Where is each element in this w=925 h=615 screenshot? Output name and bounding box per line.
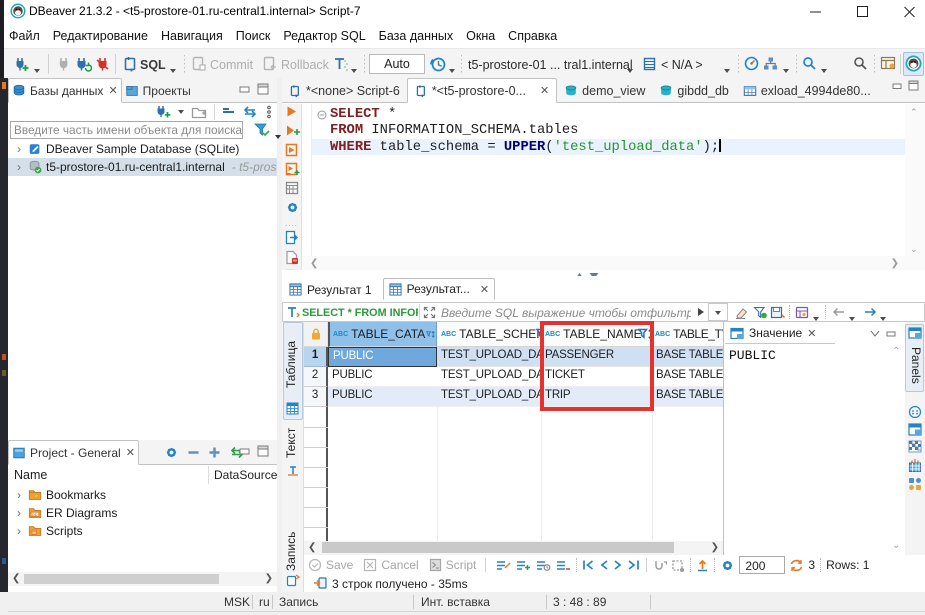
svg-text:DD: DD [32, 512, 38, 517]
